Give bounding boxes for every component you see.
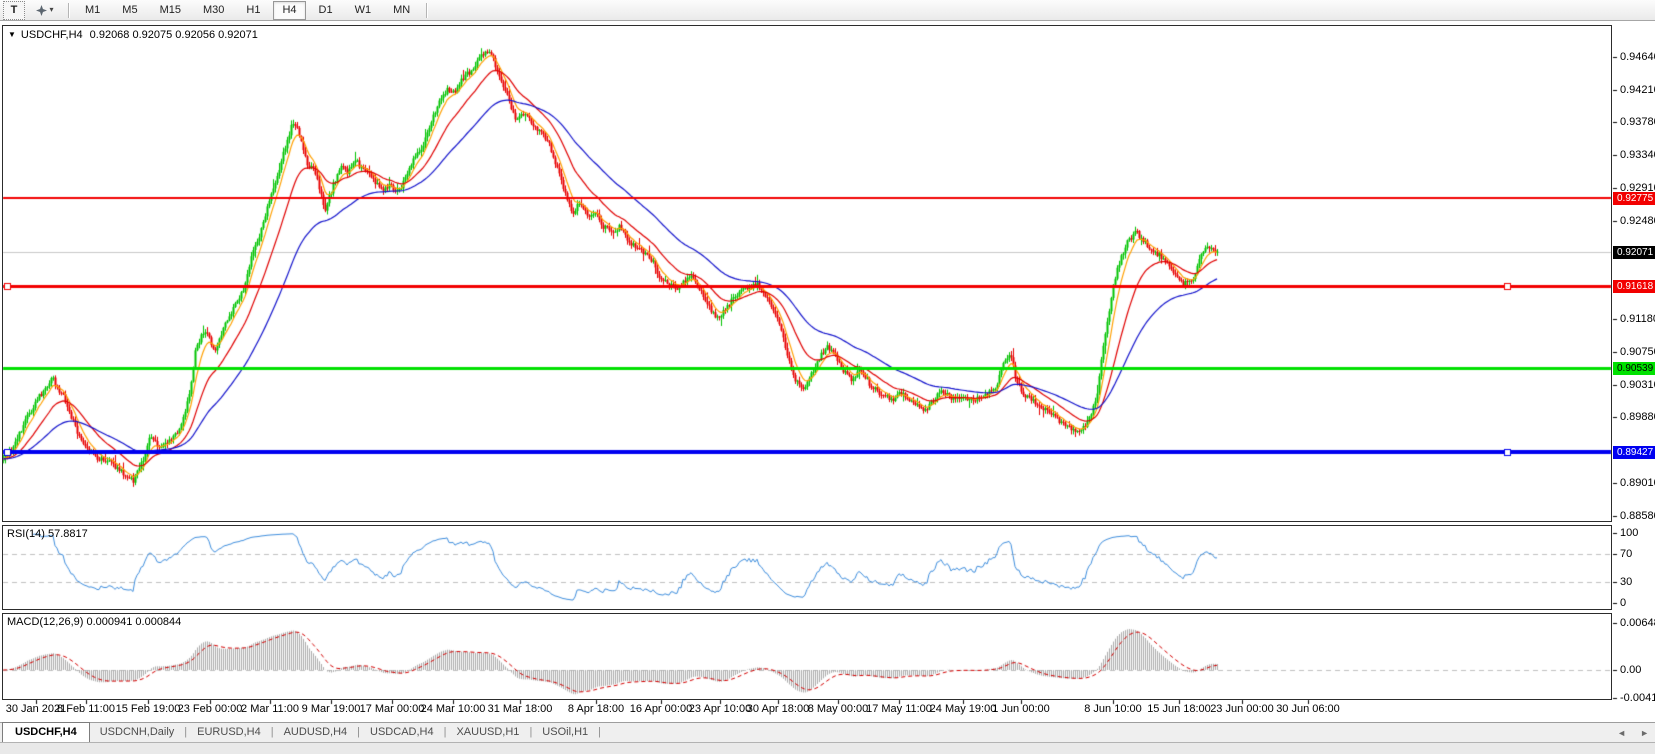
tab-usdcad-h4[interactable]: USDCAD,H4 bbox=[360, 723, 444, 742]
rsi-panel[interactable] bbox=[2, 525, 1612, 610]
macd-axis-label: 0.00648 bbox=[1620, 617, 1655, 629]
price-axis-label: 0.93780 bbox=[1620, 116, 1655, 128]
price-axis-label: 0.91180 bbox=[1620, 313, 1655, 325]
tab-scroll-arrows: ◄ ► bbox=[1617, 727, 1649, 739]
application-window: T ▾ M1M5 M15M30H1H4 D1W1MN ▼ USDCHF,H4 0.920… bbox=[0, 0, 1655, 754]
rsi-axis-label: 0 bbox=[1620, 597, 1626, 609]
tab-scroll-right-icon[interactable]: ► bbox=[1640, 727, 1649, 739]
macd-axis-label: -0.00413 bbox=[1620, 692, 1655, 704]
price-line-badge: 0.92775 bbox=[1613, 192, 1655, 205]
status-bar bbox=[0, 742, 1655, 754]
main-chart-panel[interactable] bbox=[2, 25, 1612, 522]
rsi-axis-label: 30 bbox=[1620, 576, 1632, 588]
tab-usoil-h1[interactable]: USOil,H1 bbox=[532, 723, 598, 742]
chart-title: ▼ USDCHF,H4 0.92068 0.92075 0.92056 0.9207… bbox=[8, 29, 258, 41]
time-axis-label: 1 Jun 00:00 bbox=[973, 703, 1069, 715]
price-line-badge: 0.92071 bbox=[1613, 246, 1655, 259]
price-axis-label: 0.89010 bbox=[1620, 477, 1655, 489]
toolbar: T ▾ M1M5 M15M30H1H4 D1W1MN bbox=[0, 0, 1655, 21]
chevron-down-icon: ▾ bbox=[49, 6, 53, 14]
tab-usdcnh-daily[interactable]: USDCNH,Daily bbox=[90, 723, 185, 742]
timeframe-m15[interactable]: M15 bbox=[151, 1, 190, 20]
rsi-axis-label: 70 bbox=[1620, 548, 1632, 560]
price-axis-label: 0.92480 bbox=[1620, 215, 1655, 227]
timeframe-w1[interactable]: W1 bbox=[346, 1, 381, 20]
timeframe-mn[interactable]: MN bbox=[384, 1, 419, 20]
timeframe-h1[interactable]: H1 bbox=[237, 1, 269, 20]
timeframe-m5[interactable]: M5 bbox=[113, 1, 146, 20]
cursor-tool-icon bbox=[36, 5, 47, 16]
price-line-badge: 0.90539 bbox=[1613, 362, 1655, 375]
cursor-tool-button[interactable]: ▾ bbox=[29, 1, 61, 20]
timeframe-group: M1M5 M15M30H1H4 D1W1MN bbox=[76, 1, 419, 20]
macd-panel[interactable] bbox=[2, 613, 1612, 700]
price-line-badge: 0.91618 bbox=[1613, 280, 1655, 293]
tab-audusd-h4[interactable]: AUDUSD,H4 bbox=[274, 723, 358, 742]
time-axis-label: 30 Jun 06:00 bbox=[1260, 703, 1356, 715]
rsi-indicator-label: RSI(14) 57.8817 bbox=[7, 528, 88, 540]
price-line-badge: 0.89427 bbox=[1613, 446, 1655, 459]
macd-indicator-label: MACD(12,26,9) 0.000941 0.000844 bbox=[7, 616, 181, 628]
price-axis-label: 0.94640 bbox=[1620, 51, 1655, 63]
tab-eurusd-h4[interactable]: EURUSD,H4 bbox=[187, 723, 271, 742]
symbol-dropdown-icon[interactable]: ▼ bbox=[8, 30, 16, 39]
price-axis-label: 0.94210 bbox=[1620, 84, 1655, 96]
timeframe-m30[interactable]: M30 bbox=[194, 1, 233, 20]
symbol-timeframe-label: USDCHF,H4 bbox=[21, 29, 83, 41]
chart-tabs: USDCHF,H4USDCNH,Daily|EURUSD,H4|AUDUSD,H… bbox=[0, 722, 601, 742]
price-axis-label: 0.93340 bbox=[1620, 149, 1655, 161]
timeframe-m1[interactable]: M1 bbox=[76, 1, 109, 20]
tab-scroll-left-icon[interactable]: ◄ bbox=[1617, 727, 1626, 739]
price-axis-label: 0.90310 bbox=[1620, 379, 1655, 391]
price-axis-label: 0.90750 bbox=[1620, 346, 1655, 358]
text-tool-button[interactable]: T bbox=[3, 1, 25, 20]
timeframe-d1[interactable]: D1 bbox=[310, 1, 342, 20]
price-axis-label: 0.88580 bbox=[1620, 510, 1655, 522]
rsi-axis-label: 100 bbox=[1620, 527, 1638, 539]
tab-usdchf-h4[interactable]: USDCHF,H4 bbox=[2, 722, 90, 742]
price-axis-label: 0.89880 bbox=[1620, 411, 1655, 423]
chart-tabs-bar: USDCHF,H4USDCNH,Daily|EURUSD,H4|AUDUSD,H… bbox=[0, 722, 1655, 742]
timeframe-h4[interactable]: H4 bbox=[273, 1, 305, 20]
macd-axis-label: 0.00 bbox=[1620, 664, 1641, 676]
toolbar-separator bbox=[426, 3, 427, 18]
tab-separator: | bbox=[598, 723, 601, 742]
toolbar-separator bbox=[68, 3, 69, 18]
tab-xauusd-h1[interactable]: XAUUSD,H1 bbox=[446, 723, 529, 742]
ohlc-values: 0.92068 0.92075 0.92056 0.92071 bbox=[90, 29, 258, 41]
